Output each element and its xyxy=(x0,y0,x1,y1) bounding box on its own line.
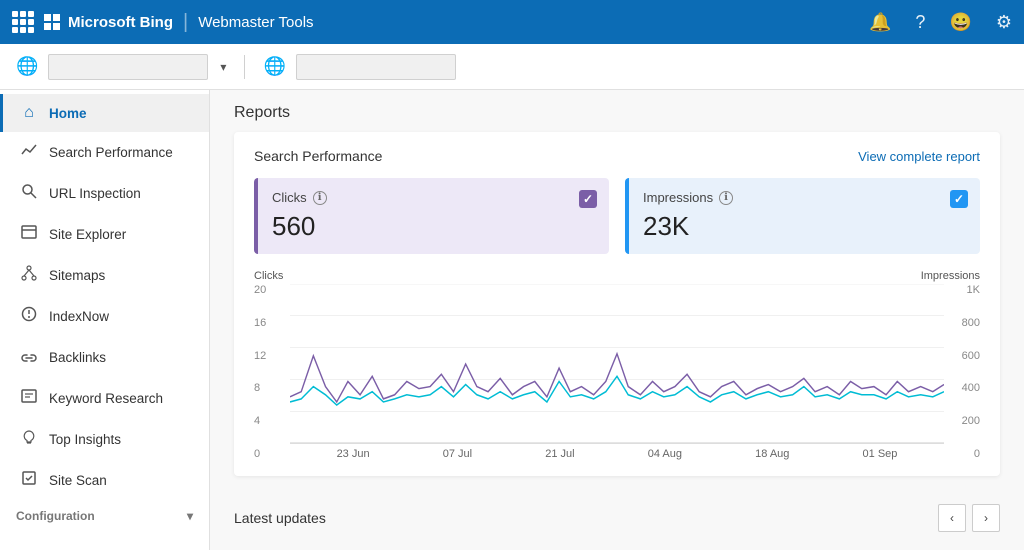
sidebar-item-site-scan[interactable]: Site Scan xyxy=(0,460,209,501)
x-label-jul07: 07 Jul xyxy=(443,448,472,460)
search-performance-icon xyxy=(19,142,39,163)
sidebar-top-insights-label: Top Insights xyxy=(49,432,121,447)
site-explorer-icon xyxy=(19,224,39,245)
url-globe-icon: 🌐 xyxy=(16,56,38,77)
sidebar-backlinks-label: Backlinks xyxy=(49,350,106,365)
app-header: Microsoft Bing | Webmaster Tools 🔔 ? 😀 ⚙ xyxy=(0,0,1024,44)
sidebar: ⌂ Home Search Performance URL Inspection… xyxy=(0,90,210,550)
product-name: Webmaster Tools xyxy=(198,14,313,31)
notifications-icon[interactable]: 🔔 xyxy=(869,12,891,33)
sidebar-item-sitemaps[interactable]: Sitemaps xyxy=(0,255,209,296)
keyword-research-icon xyxy=(19,388,39,409)
sidebar-configuration-section[interactable]: Configuration ▾ xyxy=(0,501,209,527)
indexnow-icon xyxy=(19,306,39,327)
help-icon[interactable]: ? xyxy=(915,12,925,33)
sidebar-item-search-performance[interactable]: Search Performance xyxy=(0,132,209,173)
x-label-sep01: 01 Sep xyxy=(863,448,898,460)
chart-svg-container xyxy=(290,284,944,444)
clicks-label: Clicks ℹ xyxy=(272,190,595,205)
impressions-line xyxy=(290,376,944,405)
sidebar-site-scan-label: Site Scan xyxy=(49,473,107,488)
sidebar-item-indexnow[interactable]: IndexNow xyxy=(0,296,209,337)
chart-svg xyxy=(290,284,944,443)
sp-card-title: Search Performance xyxy=(254,148,382,164)
impressions-label: Impressions ℹ xyxy=(643,190,966,205)
latest-nav-prev-button[interactable]: ‹ xyxy=(938,504,966,532)
sidebar-home-label: Home xyxy=(49,106,87,121)
sidebar-sitemaps-label: Sitemaps xyxy=(49,268,105,283)
reports-label: Reports xyxy=(234,104,290,121)
bing-name: Microsoft Bing xyxy=(68,14,173,31)
sidebar-item-home[interactable]: ⌂ Home xyxy=(0,94,209,132)
sitemaps-icon xyxy=(19,265,39,286)
url-inspection-icon xyxy=(19,183,39,204)
impressions-info-icon[interactable]: ℹ xyxy=(719,191,733,205)
x-label-jun23: 23 Jun xyxy=(337,448,370,460)
sidebar-site-explorer-label: Site Explorer xyxy=(49,227,126,242)
search-performance-card: Search Performance View complete report … xyxy=(234,132,1000,476)
sidebar-item-backlinks[interactable]: Backlinks xyxy=(0,337,209,378)
view-complete-report-link[interactable]: View complete report xyxy=(858,149,980,164)
chart-area: Clicks Impressions 20 16 12 8 4 0 xyxy=(254,270,980,460)
x-label-jul21: 21 Jul xyxy=(545,448,574,460)
impressions-value: 23K xyxy=(643,211,966,242)
latest-updates-section: Latest updates ‹ › xyxy=(210,492,1024,540)
clicks-checkbox[interactable] xyxy=(579,190,597,208)
main-content: Reports Search Performance View complete… xyxy=(210,90,1024,550)
sidebar-item-url-inspection[interactable]: URL Inspection xyxy=(0,173,209,214)
latest-updates-title: Latest updates xyxy=(234,510,326,526)
sidebar-indexnow-label: IndexNow xyxy=(49,309,109,324)
sidebar-keyword-research-label: Keyword Research xyxy=(49,391,163,406)
chart-impressions-label: Impressions xyxy=(921,270,980,282)
header-separator: | xyxy=(183,11,188,34)
latest-nav-next-button[interactable]: › xyxy=(972,504,1000,532)
y-axis-right: 1K 800 600 400 200 0 xyxy=(958,284,980,460)
metrics-row: Clicks ℹ 560 Impressions ℹ 23K xyxy=(254,178,980,254)
url-input-field[interactable] xyxy=(296,54,456,80)
sidebar-item-keyword-research[interactable]: Keyword Research xyxy=(0,378,209,419)
sidebar-url-inspection-label: URL Inspection xyxy=(49,186,141,201)
sp-card-header: Search Performance View complete report xyxy=(254,148,980,164)
x-label-aug04: 04 Aug xyxy=(648,448,682,460)
windows-logo-icon xyxy=(44,14,60,30)
clicks-value: 560 xyxy=(272,211,595,242)
app-logo: Microsoft Bing xyxy=(44,14,173,31)
backlinks-icon xyxy=(19,347,39,368)
chart-labels-row: Clicks Impressions xyxy=(254,270,980,282)
chart-clicks-label: Clicks xyxy=(254,270,283,282)
x-label-aug18: 18 Aug xyxy=(755,448,789,460)
top-insights-icon xyxy=(19,429,39,450)
main-layout: ⌂ Home Search Performance URL Inspection… xyxy=(0,90,1024,550)
account-icon[interactable]: 😀 xyxy=(949,12,971,33)
sidebar-search-performance-label: Search Performance xyxy=(49,145,173,160)
sidebar-item-top-insights[interactable]: Top Insights xyxy=(0,419,209,460)
home-icon: ⌂ xyxy=(19,104,39,122)
clicks-metric-box: Clicks ℹ 560 xyxy=(254,178,609,254)
sidebar-item-site-explorer[interactable]: Site Explorer xyxy=(0,214,209,255)
reports-header: Reports xyxy=(210,90,1024,132)
settings-icon[interactable]: ⚙ xyxy=(996,12,1012,33)
latest-updates-nav: ‹ › xyxy=(938,504,1000,532)
y-axis-left: 20 16 12 8 4 0 xyxy=(254,284,270,460)
url-bar-separator xyxy=(244,55,245,79)
site-selector-input[interactable] xyxy=(48,54,208,80)
impressions-checkbox[interactable] xyxy=(950,190,968,208)
site-selector-chevron-icon[interactable]: ▾ xyxy=(220,60,226,74)
apps-grid-icon[interactable] xyxy=(12,11,34,33)
site-scan-icon xyxy=(19,470,39,491)
url-globe2-icon: 🌐 xyxy=(263,56,285,77)
impressions-metric-box: Impressions ℹ 23K xyxy=(625,178,980,254)
url-bar: 🌐 ▾ 🌐 xyxy=(0,44,1024,90)
chart-x-labels: 23 Jun 07 Jul 21 Jul 04 Aug 18 Aug 01 Se… xyxy=(290,448,944,460)
clicks-info-icon[interactable]: ℹ xyxy=(313,191,327,205)
configuration-chevron-icon: ▾ xyxy=(187,509,193,523)
